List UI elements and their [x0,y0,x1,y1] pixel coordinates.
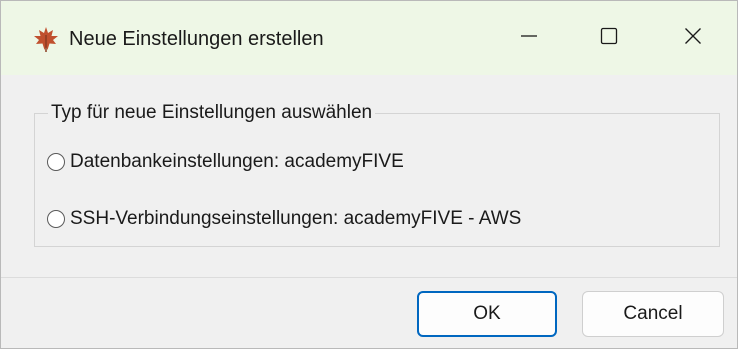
title-bar[interactable]: Neue Einstellungen erstellen [1,1,737,75]
radio-option-ssh[interactable]: SSH-Verbindungseinstellungen: academyFIV… [47,204,521,234]
radio-button[interactable] [47,210,65,228]
ok-button[interactable]: OK [417,291,557,337]
minimize-button[interactable] [501,11,557,61]
window-title: Neue Einstellungen erstellen [69,28,324,50]
groupbox-legend: Typ für neue Einstellungen auswählen [48,100,376,126]
close-button[interactable] [665,11,721,61]
close-icon [684,27,702,45]
radio-button[interactable] [47,153,65,171]
maximize-icon [600,27,618,45]
cancel-button[interactable]: Cancel [582,291,724,337]
maximize-button[interactable] [581,11,637,61]
radio-label[interactable]: Datenbankeinstellungen: academyFIVE [70,151,404,173]
dialog-content: Typ für neue Einstellungen auswählen Dat… [1,75,737,277]
dialog-window: Neue Einstellungen erstellen Typ für neu… [0,0,738,349]
maple-leaf-icon [32,25,60,53]
dialog-footer: OK Cancel [1,278,737,348]
radio-option-database[interactable]: Datenbankeinstellungen: academyFIVE [47,147,404,177]
radio-label[interactable]: SSH-Verbindungseinstellungen: academyFIV… [70,208,521,230]
minimize-icon [520,27,538,45]
